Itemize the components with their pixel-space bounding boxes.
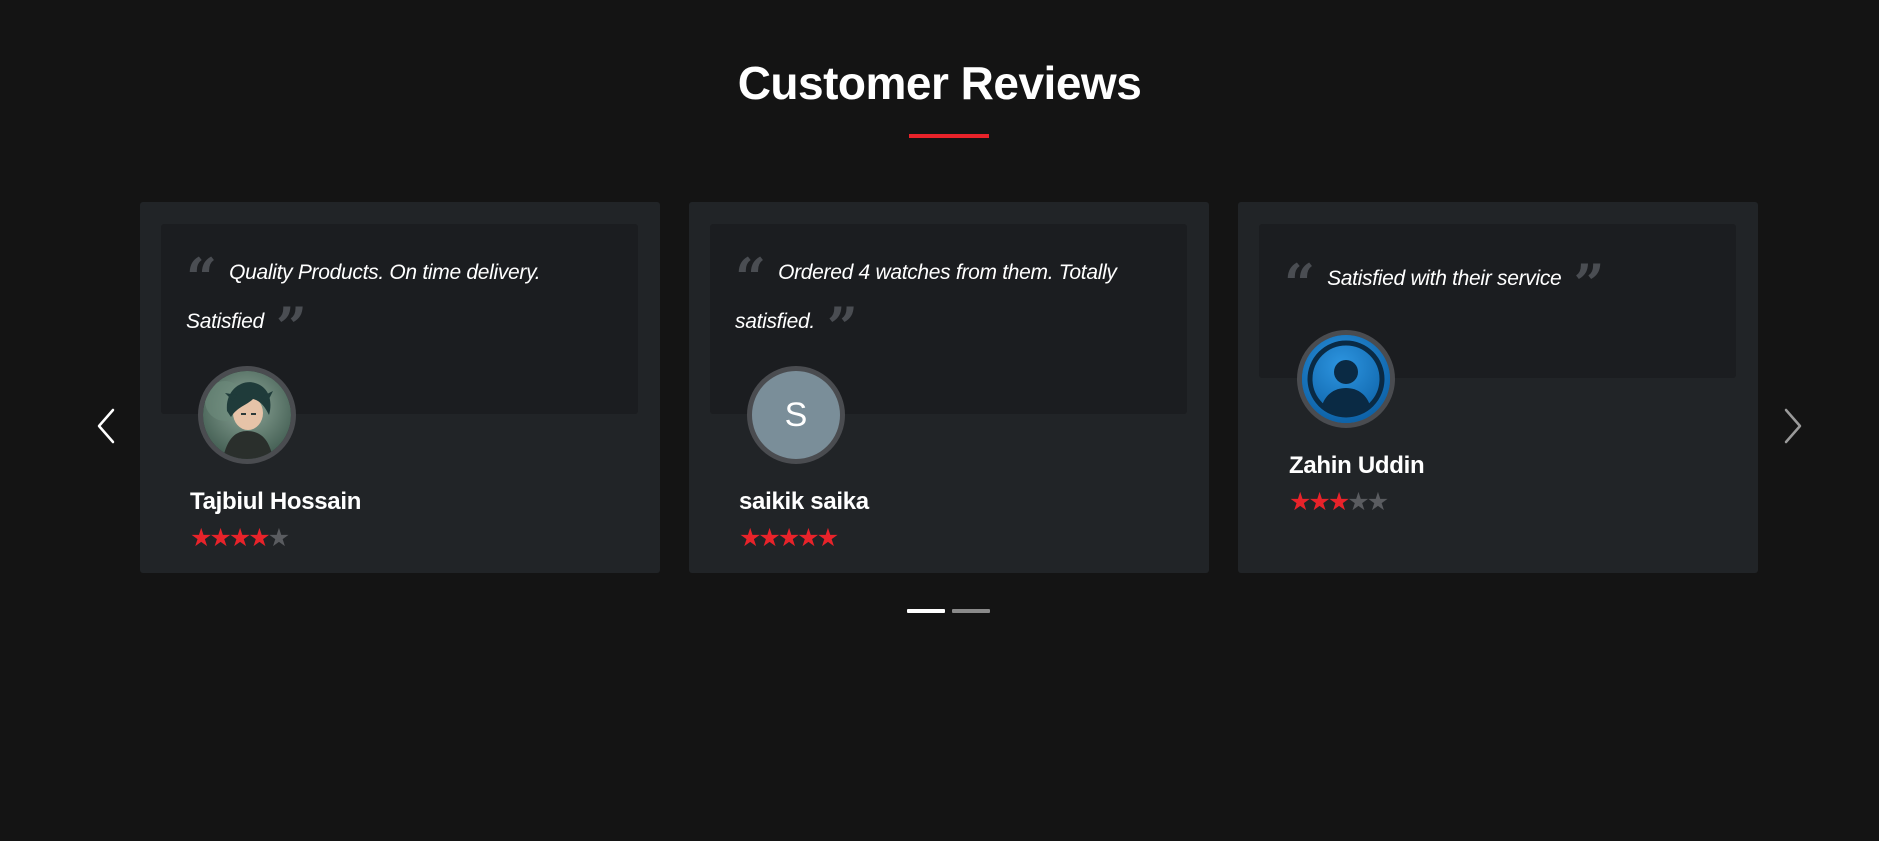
star-filled-icon: ★ [228, 524, 251, 552]
avatar-photo [203, 371, 291, 459]
review-text: Quality Products. On time delivery. Sati… [186, 261, 541, 333]
star-rating: ★★★★★ [190, 524, 290, 552]
star-empty-icon: ★ [1366, 488, 1389, 516]
avatar-initial: S [784, 395, 808, 434]
star-empty-icon: ★ [1347, 488, 1369, 516]
review-quote: “Ordered 4 watches from them. Totally sa… [735, 246, 1117, 359]
review-text: Satisfied with their service [1327, 267, 1562, 290]
review-quote: “Satisfied with their service” [1284, 252, 1605, 316]
title-underline [909, 134, 989, 138]
reviewer-name: Tajbiul Hossain [190, 488, 362, 515]
review-text: Ordered 4 watches from them. Totally sat… [735, 261, 1117, 333]
star-filled-icon: ★ [758, 524, 780, 552]
carousel-next-button[interactable] [1776, 404, 1806, 448]
star-filled-icon: ★ [777, 524, 800, 552]
reviewer-name: Zahin Uddin [1289, 452, 1425, 479]
carousel-dot-1[interactable] [907, 609, 945, 613]
star-filled-icon: ★ [248, 524, 270, 552]
section-title: Customer Reviews [737, 57, 1142, 109]
star-filled-icon: ★ [209, 524, 231, 552]
carousel-dot-2[interactable] [952, 609, 990, 613]
avatar [1297, 330, 1395, 428]
avatar [198, 366, 296, 464]
review-quote: “Quality Products. On time delivery. Sat… [186, 246, 541, 359]
star-filled-icon: ★ [190, 524, 212, 552]
reviewer-name: saikik saika [739, 488, 869, 515]
review-card: “Ordered 4 watches from them. Totally sa… [689, 202, 1209, 573]
star-rating: ★★★★★ [1289, 488, 1389, 516]
star-filled-icon: ★ [1308, 488, 1330, 516]
review-card: “Satisfied with their service” Zahin Udd… [1238, 202, 1758, 573]
star-filled-icon: ★ [1327, 488, 1350, 516]
star-filled-icon: ★ [739, 524, 761, 552]
star-filled-icon: ★ [797, 524, 819, 552]
default-user-icon [1302, 335, 1390, 423]
chevron-right-icon [1784, 408, 1802, 444]
chevron-left-icon [97, 408, 115, 444]
star-filled-icon: ★ [1289, 488, 1311, 516]
star-filled-icon: ★ [816, 524, 839, 552]
review-card: “Quality Products. On time delivery. Sat… [140, 202, 660, 573]
carousel-prev-button[interactable] [93, 404, 123, 448]
avatar: S [747, 366, 845, 464]
star-rating: ★★★★★ [739, 524, 839, 552]
star-empty-icon: ★ [267, 524, 290, 552]
